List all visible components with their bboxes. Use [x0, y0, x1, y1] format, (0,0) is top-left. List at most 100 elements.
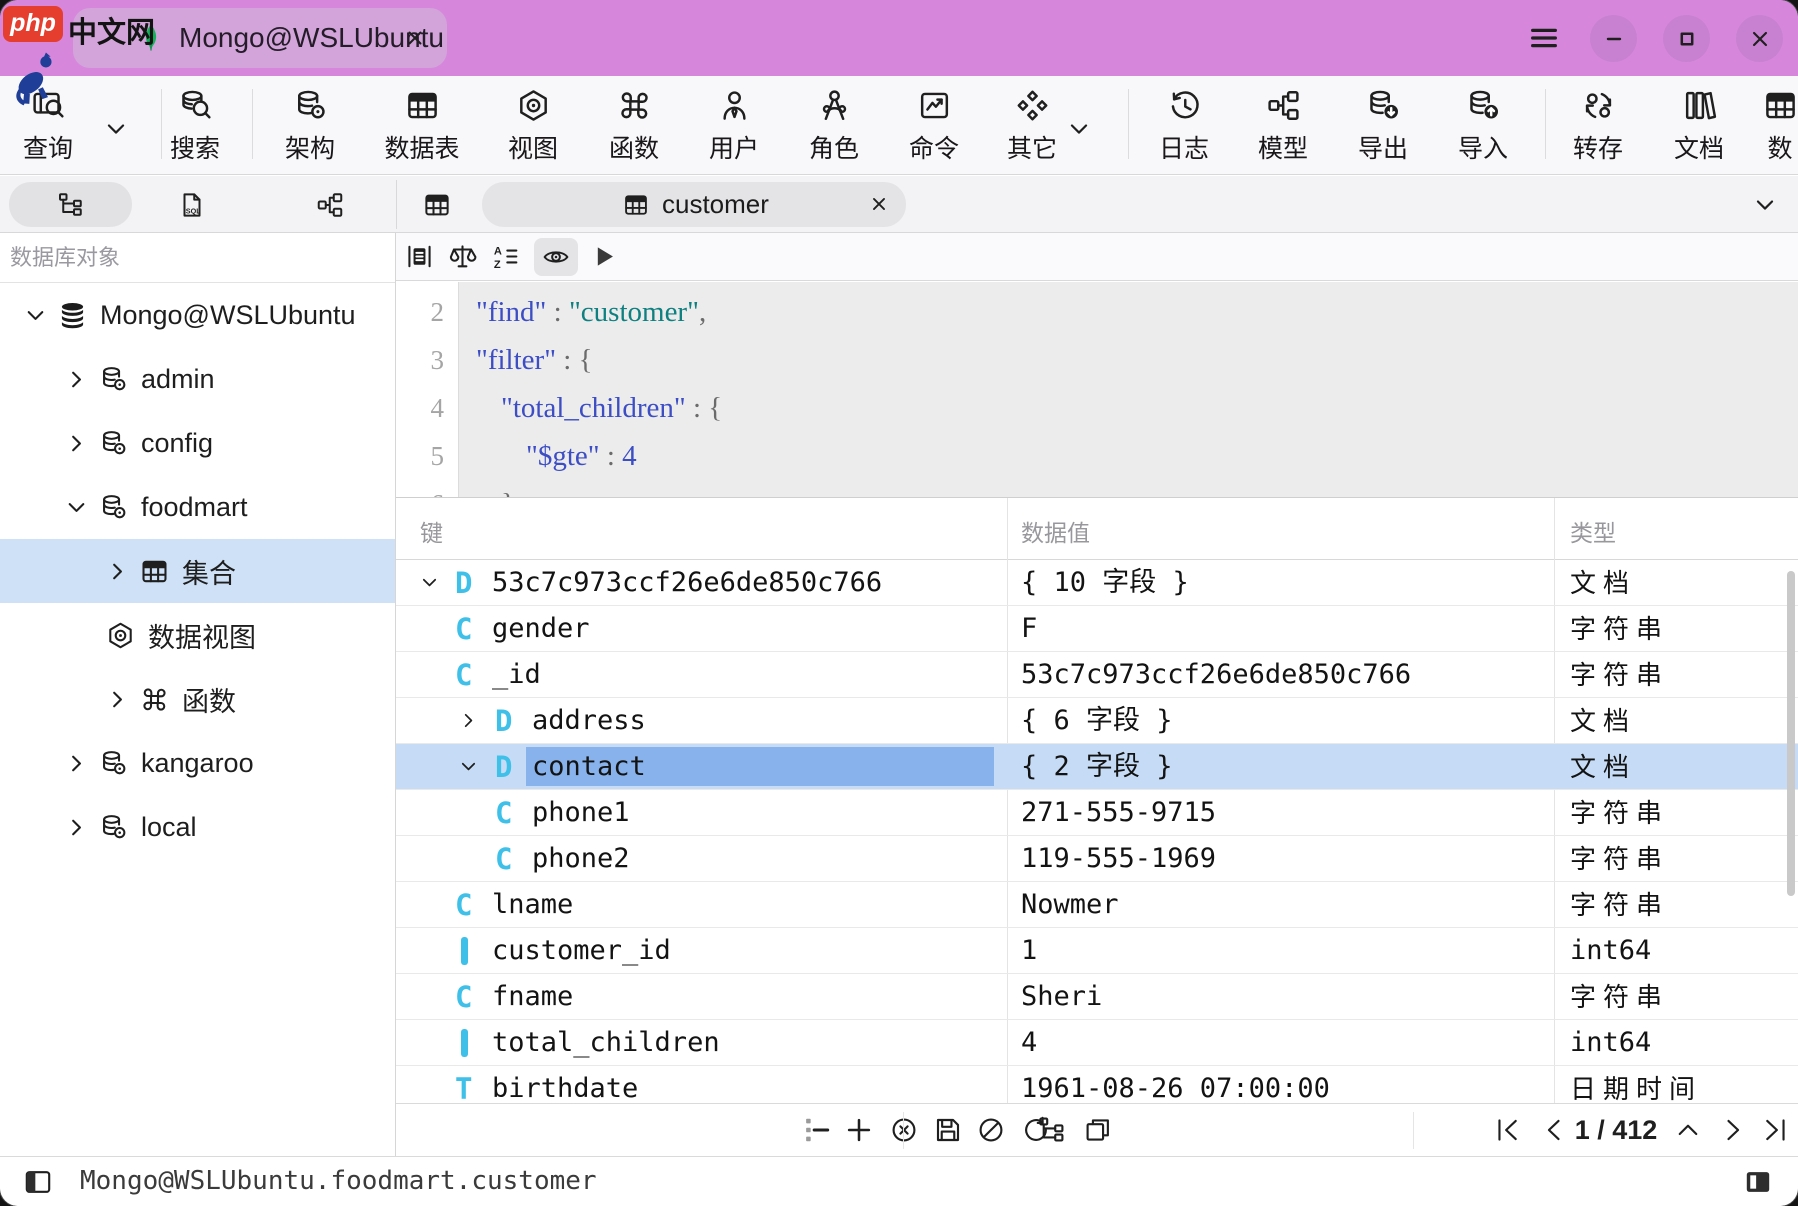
value-cell[interactable]: 119-555-1969: [1007, 836, 1554, 881]
key-cell[interactable]: Tbirthdate: [396, 1066, 1007, 1103]
key-cell[interactable]: Cphone1: [396, 790, 1007, 835]
chevron-right-icon[interactable]: [105, 559, 130, 584]
new-table-tab-button[interactable]: [406, 182, 468, 227]
save-button[interactable]: [932, 1114, 964, 1151]
limit-button[interactable]: [800, 1114, 832, 1151]
toolbar-item-users[interactable]: 用户: [686, 87, 782, 165]
sidebar-item-函数[interactable]: 函数: [0, 667, 395, 731]
toolbar-item-logs[interactable]: 日志: [1136, 87, 1232, 165]
toolbar-item-schema[interactable]: 架构: [262, 87, 358, 165]
toggle-panel-icon[interactable]: [1742, 1166, 1774, 1198]
add-button[interactable]: [843, 1114, 875, 1151]
toolbar-item-import[interactable]: 导入: [1435, 87, 1531, 165]
mode-button-sql[interactable]: SQL: [161, 182, 223, 227]
chevron-down-icon[interactable]: [458, 756, 479, 777]
toolbar-item-data-gen[interactable]: 数: [1732, 87, 1798, 165]
chevron-right-icon[interactable]: [105, 687, 130, 712]
grid-column-header[interactable]: 键: [420, 514, 443, 548]
grid-row-customer_id[interactable]: customer_id1int64: [396, 928, 1798, 974]
grid-column-header[interactable]: 数据值: [1021, 514, 1090, 548]
tab-customer[interactable]: customer: [482, 182, 906, 227]
query-toolbar-preview-button[interactable]: [534, 238, 578, 276]
key-cell[interactable]: Daddress: [396, 698, 1007, 743]
chevron-down-icon[interactable]: [23, 303, 48, 328]
query-toolbar-sort-button[interactable]: AZ: [490, 241, 521, 277]
grid-row-birthdate[interactable]: Tbirthdate1961-08-26 07:00:00日期时间: [396, 1066, 1798, 1103]
grid-row-address[interactable]: Daddress{ 6 字段 }文档: [396, 698, 1798, 744]
toolbar-item-roles[interactable]: 角色: [786, 87, 882, 165]
value-cell[interactable]: Nowmer: [1007, 882, 1554, 927]
key-cell[interactable]: Clname: [396, 882, 1007, 927]
value-cell[interactable]: { 10 字段 }: [1007, 560, 1554, 605]
query-toolbar-aggregate-button[interactable]: [447, 241, 478, 277]
grid-row-fname[interactable]: CfnameSheri字符串: [396, 974, 1798, 1020]
sidebar-item-数据视图[interactable]: 数据视图: [0, 603, 395, 667]
tree-view-button[interactable]: [1036, 1114, 1068, 1151]
grid-row-total_children[interactable]: total_children4int64: [396, 1020, 1798, 1066]
key-cell[interactable]: Cfname: [396, 974, 1007, 1019]
delete-button[interactable]: [888, 1114, 920, 1151]
minimize-button[interactable]: [1590, 15, 1637, 62]
grid-row-_id[interactable]: C_id53c7c973ccf26e6de850c766字符串: [396, 652, 1798, 698]
key-cell[interactable]: Cgender: [396, 606, 1007, 651]
toolbar-item-export[interactable]: 导出: [1335, 87, 1431, 165]
chevron-right-icon[interactable]: [64, 431, 89, 456]
chevron-right-icon[interactable]: [64, 367, 89, 392]
chevron-down-icon[interactable]: [419, 572, 440, 593]
key-cell[interactable]: customer_id: [396, 928, 1007, 973]
query-toolbar-run-button[interactable]: [588, 241, 619, 277]
toolbar-item-tables[interactable]: 数据表: [374, 87, 470, 165]
grid-view-button[interactable]: [1082, 1114, 1114, 1151]
grid-row-contact[interactable]: Dcontact{ 2 字段 }文档: [396, 744, 1798, 790]
key-cell[interactable]: D53c7c973ccf26e6de850c766: [396, 560, 1007, 605]
value-cell[interactable]: { 6 字段 }: [1007, 698, 1554, 743]
toolbar-item-views[interactable]: 视图: [485, 87, 581, 165]
sidebar-item-Mongo@WSLUbuntu[interactable]: Mongo@WSLUbuntu: [0, 283, 395, 347]
grid-row-gender[interactable]: CgenderF字符串: [396, 606, 1798, 652]
collapse-editor-button[interactable]: [1672, 1114, 1704, 1151]
tab-close-icon[interactable]: [403, 26, 427, 50]
sidebar-item-kangaroo[interactable]: kangaroo: [0, 731, 395, 795]
grid-row-53c7c973ccf26e6de850c766[interactable]: D53c7c973ccf26e6de850c766{ 10 字段 }文档: [396, 560, 1798, 606]
value-cell[interactable]: { 2 字段 }: [1007, 744, 1554, 789]
sidebar-item-集合[interactable]: 集合: [0, 539, 395, 603]
tab-close-icon[interactable]: [868, 193, 890, 215]
key-cell[interactable]: total_children: [396, 1020, 1007, 1065]
grid-scrollbar-thumb[interactable]: [1787, 571, 1795, 896]
toolbar-item-dump[interactable]: 转存: [1550, 87, 1646, 165]
value-cell[interactable]: 1: [1007, 928, 1554, 973]
value-cell[interactable]: F: [1007, 606, 1554, 651]
discard-button[interactable]: [975, 1114, 1007, 1151]
toolbar-item-functions[interactable]: 函数: [586, 87, 682, 165]
toggle-sidebar-icon[interactable]: [22, 1166, 54, 1198]
grid-column-header[interactable]: 类型: [1570, 514, 1616, 548]
grid-row-lname[interactable]: ClnameNowmer字符串: [396, 882, 1798, 928]
value-cell[interactable]: 1961-08-26 07:00:00: [1007, 1066, 1554, 1103]
sidebar-item-foodmart[interactable]: foodmart: [0, 475, 395, 539]
sidebar-item-local[interactable]: local: [0, 795, 395, 859]
toolbar-item-commands[interactable]: 命令: [886, 87, 982, 165]
grid-row-phone1[interactable]: Cphone1271-555-9715字符串: [396, 790, 1798, 836]
toolbar-others-chevron-icon[interactable]: [1066, 116, 1092, 147]
mode-button-model[interactable]: [299, 182, 361, 227]
mode-button-objects[interactable]: [9, 182, 132, 227]
last-page-button[interactable]: [1759, 1114, 1791, 1151]
next-page-button[interactable]: [1717, 1114, 1749, 1151]
sidebar-item-admin[interactable]: admin: [0, 347, 395, 411]
sidebar-item-config[interactable]: config: [0, 411, 395, 475]
chevron-right-icon[interactable]: [64, 751, 89, 776]
window-menu-button[interactable]: [1527, 21, 1561, 55]
chevron-right-icon[interactable]: [64, 815, 89, 840]
query-editor[interactable]: 23456 "find" : "customer","filter" : {"t…: [396, 282, 1798, 497]
toolbar-query-chevron-icon[interactable]: [103, 116, 129, 147]
close-button[interactable]: [1736, 15, 1783, 62]
key-cell[interactable]: Dcontact: [396, 744, 1007, 789]
maximize-button[interactable]: [1663, 15, 1710, 62]
toolbar-item-models[interactable]: 模型: [1235, 87, 1331, 165]
value-cell[interactable]: 271-555-9715: [1007, 790, 1554, 835]
tab-list-chevron-icon[interactable]: [1752, 192, 1778, 218]
value-cell[interactable]: Sheri: [1007, 974, 1554, 1019]
query-toolbar-explain-button[interactable]: [404, 241, 435, 277]
key-cell[interactable]: Cphone2: [396, 836, 1007, 881]
chevron-down-icon[interactable]: [64, 495, 89, 520]
